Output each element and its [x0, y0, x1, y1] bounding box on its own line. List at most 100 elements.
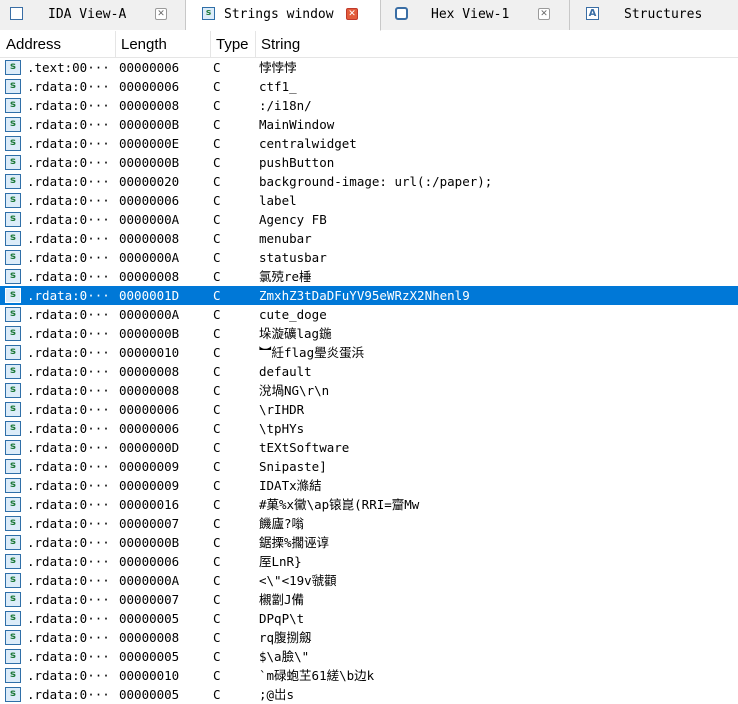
column-string[interactable]: String	[261, 36, 300, 53]
table-row[interactable]: s .rdata:0··· 0000000A C <\"<19v虢顴	[0, 571, 738, 590]
length-cell: 00000010	[119, 345, 180, 360]
table-row[interactable]: s .rdata:0··· 0000000A Ccute_doge	[0, 305, 738, 324]
string-icon: s	[5, 60, 21, 75]
length-cell: 00000006	[119, 421, 180, 436]
table-row[interactable]: s .rdata:0··· 00000005 C ;@岀s	[0, 685, 738, 704]
table-row[interactable]: s .rdata:0··· 00000007 C 饑廬?嗡	[0, 514, 738, 533]
tab-strings-window[interactable]: s Strings window ✕	[186, 0, 381, 31]
table-row[interactable]: s .rdata:0··· 00000009 C Snipaste]	[0, 457, 738, 476]
tab-structures[interactable]: A Structures	[570, 0, 738, 30]
length-cell: 00000008	[119, 98, 180, 113]
table-row[interactable]: s .rdata:0··· 0000000D CtEXtSoftware	[0, 438, 738, 457]
type-cell: C	[213, 516, 221, 531]
string-icon: s	[5, 155, 21, 170]
column-divider[interactable]	[255, 31, 256, 58]
table-row[interactable]: s .rdata:0··· 0000000E Ccentralwidget	[0, 134, 738, 153]
address-cell: .rdata:0···	[27, 231, 110, 246]
table-row[interactable]: s .rdata:0··· 00000006 C \rIHDR	[0, 400, 738, 419]
length-cell: 00000020	[119, 174, 180, 189]
table-row[interactable]: s .rdata:0··· 00000006 C 厔LnR}	[0, 552, 738, 571]
length-cell: 00000008	[119, 630, 180, 645]
table-row[interactable]: s .rdata:0··· 0000001D C ZmxhZ3tDaDFuYV95eWR…	[0, 286, 738, 305]
length-cell: 00000008	[119, 383, 180, 398]
length-cell: 00000008	[119, 231, 180, 246]
string-icon: s	[5, 212, 21, 227]
table-row[interactable]: s .rdata:0··· 00000008 Cmenubar	[0, 229, 738, 248]
table-row[interactable]: s .rdata:0··· 0000000B C MainWindow	[0, 115, 738, 134]
string-icon: s	[5, 269, 21, 284]
type-cell: C	[213, 79, 221, 94]
string-icon: s	[5, 440, 21, 455]
address-cell: .text:00···	[27, 60, 110, 75]
table-row[interactable]: s .rdata:0··· 0000000A C Agency FB	[0, 210, 738, 229]
table-row[interactable]: s .rdata:0··· 00000008 Cdefault	[0, 362, 738, 381]
tab-label: Hex View-1	[431, 7, 510, 22]
table-row[interactable]: s .rdata:0··· 00000008 Crq腹捌劔	[0, 628, 738, 647]
type-cell: C	[213, 611, 221, 626]
string-icon: s	[5, 174, 21, 189]
address-cell: .rdata:0···	[27, 668, 110, 683]
table-row[interactable]: s .rdata:0··· 00000005 C $\a臉\"	[0, 647, 738, 666]
table-row[interactable]: s .rdata:0··· 00000016 C #菓%x黴\ap锿崑(RRI=齏Mw	[0, 495, 738, 514]
length-cell: 00000005	[119, 611, 180, 626]
length-cell: 0000000D	[119, 440, 180, 455]
string-icon: s	[5, 307, 21, 322]
table-row[interactable]: s .rdata:0··· 00000010 C `m碌蚫芏61縒\b边k	[0, 666, 738, 685]
tab-ida-view-a[interactable]: IDA View-A ✕	[0, 0, 186, 30]
table-row[interactable]: s .rdata:0··· 00000007 C 櫬劏J備	[0, 590, 738, 609]
table-row[interactable]: s .rdata:0··· 00000008 C 涗堝NG\r\n	[0, 381, 738, 400]
table-row[interactable]: s .rdata:0··· 0000000B CpushButton	[0, 153, 738, 172]
address-cell: .rdata:0···	[27, 98, 110, 113]
table-row[interactable]: s .rdata:0··· 0000000B C 垛漩礦lag鍦	[0, 324, 738, 343]
string-cell: 櫬劏J備	[259, 592, 305, 607]
table-row[interactable]: s .rdata:0··· 0000000B C 鋸搮%擱诬谆	[0, 533, 738, 552]
column-type[interactable]: Type	[216, 36, 249, 53]
column-divider[interactable]	[115, 31, 116, 58]
length-cell: 0000000B	[119, 535, 180, 550]
type-cell: C	[213, 307, 221, 322]
string-cell: default	[259, 364, 312, 379]
address-cell: .rdata:0···	[27, 79, 110, 94]
close-icon[interactable]: ✕	[155, 8, 167, 20]
table-row[interactable]: s .rdata:0··· 00000020 Cbackground-image: u…	[0, 172, 738, 191]
length-cell: 0000000A	[119, 573, 180, 588]
string-cell: 饑廬?嗡	[259, 516, 305, 531]
table-row[interactable]: s .rdata:0··· 00000008 C 氯殑re棰	[0, 267, 738, 286]
column-address[interactable]: Address	[6, 36, 61, 53]
close-icon[interactable]: ✕	[538, 8, 550, 20]
table-row[interactable]: s .rdata:0··· 00000009 C IDATx滌結	[0, 476, 738, 495]
table-row[interactable]: s .rdata:0··· 00000010 C ︼紝flag璺炎蛋浜	[0, 343, 738, 362]
type-cell: C	[213, 155, 221, 170]
column-length[interactable]: Length	[121, 36, 167, 53]
string-cell: cute_doge	[259, 307, 327, 322]
table-row[interactable]: s .text:00··· 00000006 C 悖悖悖	[0, 58, 738, 77]
tab-hex-view-1[interactable]: Hex View-1 ✕	[381, 0, 570, 30]
table-row[interactable]: s .rdata:0··· 00000006 Cctf1_	[0, 77, 738, 96]
string-icon: s	[5, 250, 21, 265]
type-cell: C	[213, 668, 221, 683]
table-row[interactable]: s .rdata:0··· 00000006 C \tpHYs	[0, 419, 738, 438]
string-icon: s	[5, 687, 21, 702]
table-row[interactable]: s .rdata:0··· 00000005 C DPqP\t	[0, 609, 738, 628]
address-cell: .rdata:0···	[27, 649, 110, 664]
length-cell: 00000006	[119, 193, 180, 208]
type-cell: C	[213, 98, 221, 113]
close-icon[interactable]: ✕	[346, 8, 358, 20]
length-cell: 0000000A	[119, 307, 180, 322]
type-cell: C	[213, 250, 221, 265]
string-icon: s	[5, 630, 21, 645]
address-cell: .rdata:0···	[27, 250, 110, 265]
length-cell: 0000000A	[119, 212, 180, 227]
table-row[interactable]: s .rdata:0··· 00000006 Clabel	[0, 191, 738, 210]
address-cell: .rdata:0···	[27, 611, 110, 626]
column-divider[interactable]	[210, 31, 211, 58]
type-cell: C	[213, 402, 221, 417]
address-cell: .rdata:0···	[27, 212, 110, 227]
length-cell: 00000007	[119, 592, 180, 607]
string-icon: s	[5, 231, 21, 246]
table-row[interactable]: s .rdata:0··· 0000000A Cstatusbar	[0, 248, 738, 267]
strings-table: s .text:00··· 00000006 C 悖悖悖 s .rdata:0··· 0000…	[0, 58, 738, 704]
table-row[interactable]: s .rdata:0··· 00000008 C:/i18n/	[0, 96, 738, 115]
string-icon: s	[5, 497, 21, 512]
length-cell: 00000007	[119, 516, 180, 531]
